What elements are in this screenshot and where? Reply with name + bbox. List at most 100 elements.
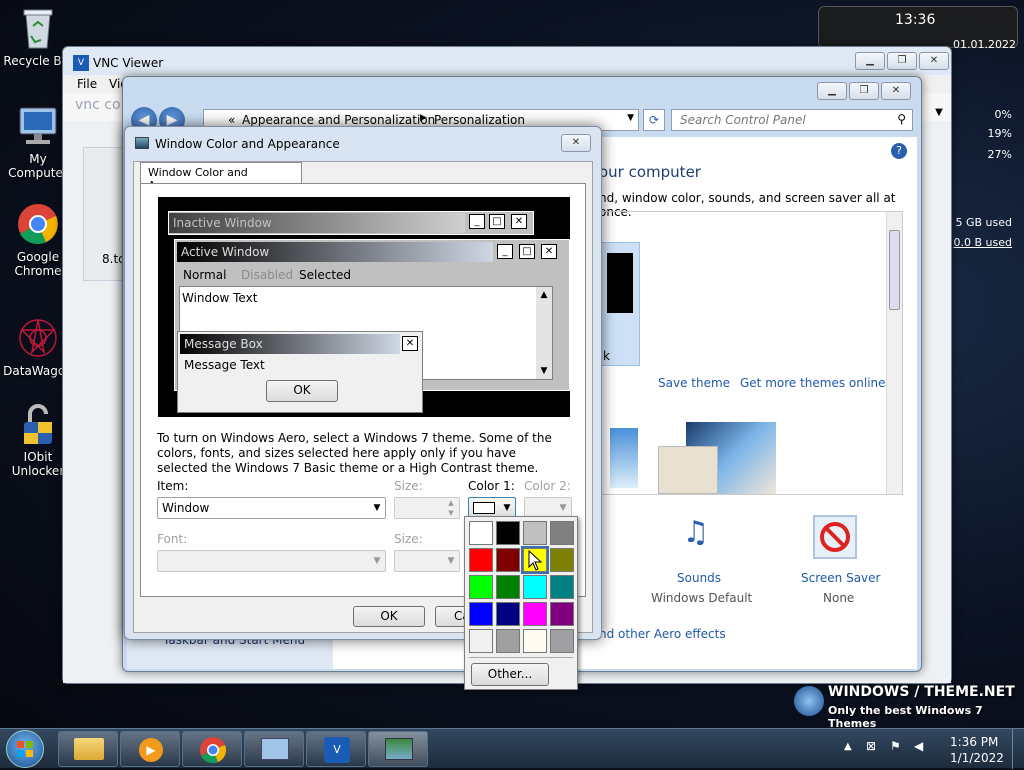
font-select[interactable]: ▼ — [157, 550, 386, 572]
item-select[interactable]: Window ▼ — [157, 497, 386, 519]
color-swatch[interactable] — [550, 521, 574, 545]
preview-active-title: Active Window — [177, 242, 493, 262]
preview-message-box: Message Box ✕ Message Text OK — [177, 331, 423, 413]
color-swatch[interactable] — [496, 575, 520, 599]
breadcrumb-appearance[interactable]: Appearance and Personalization — [242, 113, 435, 127]
color-swatch[interactable] — [523, 629, 547, 653]
refresh-button[interactable]: ⟳ — [643, 109, 665, 131]
color-swatch[interactable] — [469, 575, 493, 599]
desktop-icon-label: My Computer — [8, 152, 68, 180]
computer-icon — [16, 104, 60, 148]
vnc-session-scroll[interactable]: ▼ — [929, 103, 949, 123]
cpu-usage-3: 27% — [987, 148, 1012, 161]
screen-saver-link[interactable]: Screen Saver — [801, 571, 880, 585]
theme-thumbnail[interactable]: k — [600, 242, 640, 366]
start-button[interactable] — [6, 730, 44, 768]
preview-maximize-icon: □ — [489, 214, 505, 229]
preview-inactive-title: Inactive Window — [169, 213, 465, 233]
taskbar-explorer-button[interactable] — [58, 731, 118, 767]
cpu-usage-2: 19% — [987, 127, 1012, 140]
disk-usage-2: 0.0 B used — [953, 236, 1013, 249]
color-swatch[interactable] — [469, 548, 493, 572]
desktop-icon-label: IObit Unlocker — [11, 450, 65, 478]
sounds-link[interactable]: Sounds — [677, 571, 721, 585]
preview-menu-normal: Normal — [183, 268, 227, 282]
cp-close-button[interactable]: ✕ — [881, 82, 911, 100]
preview-inactive-window: Inactive Window _ □ ✕ — [168, 211, 534, 235]
color-swatch[interactable] — [550, 548, 574, 572]
color-swatch[interactable] — [496, 602, 520, 626]
search-placeholder: Search Control Panel — [680, 113, 806, 127]
breadcrumb-personalization[interactable]: Personalization — [434, 113, 525, 127]
preview-menu-disabled: Disabled — [241, 268, 294, 282]
taskbar-clock-time[interactable]: 1:36 PM — [950, 735, 998, 749]
color-swatch[interactable] — [496, 629, 520, 653]
taskbar-personalization-button[interactable] — [368, 731, 428, 767]
taskbar-clock-date[interactable]: 1/1/2022 — [950, 751, 1004, 765]
maximize-button[interactable]: ❐ — [887, 52, 917, 70]
action-center-icon[interactable]: ⚑ — [890, 739, 901, 753]
color-swatch[interactable] — [469, 602, 493, 626]
color-swatch[interactable] — [523, 521, 547, 545]
get-more-themes-link[interactable]: Get more themes online — [740, 376, 886, 390]
size-label: Size: — [394, 479, 423, 493]
dialog-title: Window Color and Appearance — [155, 137, 340, 151]
preview-active-minimize-icon: _ — [497, 244, 513, 259]
screen-saver-icon[interactable] — [813, 515, 857, 559]
preview-ok-button: OK — [266, 380, 338, 402]
aero-effects-link[interactable]: nd other Aero effects — [599, 627, 726, 641]
color-palette-popup: Other... — [464, 516, 578, 690]
mouse-cursor-icon — [528, 549, 544, 575]
theme-preview-images[interactable] — [610, 422, 776, 494]
color-swatch[interactable] — [469, 629, 493, 653]
show-desktop-button[interactable] — [1012, 729, 1024, 769]
save-theme-link[interactable]: Save theme — [658, 376, 730, 390]
color-swatch[interactable] — [550, 629, 574, 653]
font-size-select[interactable]: ▼ — [394, 550, 460, 572]
item-select-value: Window — [162, 501, 210, 515]
search-box[interactable]: Search Control Panel ⚲ — [671, 109, 913, 131]
gadget-date: 01.01.2022 — [953, 38, 1016, 51]
scrollbar[interactable] — [886, 212, 902, 494]
color-swatch[interactable] — [496, 548, 520, 572]
color-swatch[interactable] — [469, 521, 493, 545]
theme-label: k — [603, 349, 610, 363]
address-dropdown-icon[interactable]: ▼ — [627, 113, 634, 123]
menu-file[interactable]: File — [77, 77, 97, 91]
ok-button[interactable]: OK — [353, 606, 425, 627]
color-swatch[interactable] — [550, 575, 574, 599]
taskbar-chrome-button[interactable] — [182, 731, 242, 767]
color-swatch[interactable] — [496, 521, 520, 545]
other-colors-button[interactable]: Other... — [471, 663, 549, 686]
show-hidden-icons-icon[interactable]: ▲ — [844, 741, 852, 752]
volume-icon[interactable]: ◀ — [914, 739, 923, 753]
sounds-icon[interactable]: ♫ — [671, 515, 721, 565]
network-icon[interactable]: ⊠ — [866, 739, 876, 753]
minimize-button[interactable]: ▁ — [855, 52, 885, 70]
taskbar-vnc-button[interactable]: V — [306, 731, 366, 767]
color1-label: Color 1: — [468, 479, 515, 493]
chevron-down-icon: ▼ — [559, 503, 567, 513]
tab-window-color[interactable]: Window Color and Appearance — [140, 162, 302, 192]
page-heading: our computer — [599, 163, 701, 181]
sounds-value: Windows Default — [651, 591, 753, 605]
chrome-icon — [16, 202, 60, 246]
color-swatch[interactable] — [523, 602, 547, 626]
gadget-time: 13:36 — [895, 12, 936, 28]
screen-saver-value: None — [823, 591, 855, 605]
cp-minimize-button[interactable]: ▁ — [817, 82, 847, 100]
help-icon[interactable]: ? — [891, 143, 907, 159]
color-swatch[interactable] — [550, 602, 574, 626]
dialog-close-button[interactable]: ✕ — [561, 134, 591, 152]
folder-icon — [74, 738, 104, 760]
cp-maximize-button[interactable]: ❐ — [849, 82, 879, 100]
watermark-line2: Only the best Windows 7 Themes — [828, 704, 983, 730]
size-spinner[interactable]: ▲ ▼ — [394, 497, 460, 519]
taskbar-control-panel-button[interactable] — [244, 731, 304, 767]
themes-list: k Save theme Get more themes online — [597, 211, 903, 495]
preview-menu-selected: Selected — [299, 268, 352, 282]
color-swatch[interactable] — [523, 575, 547, 599]
vnc-logo-icon: V — [73, 55, 89, 71]
taskbar-media-button[interactable]: ▶ — [120, 731, 180, 767]
close-button[interactable]: ✕ — [919, 52, 949, 70]
